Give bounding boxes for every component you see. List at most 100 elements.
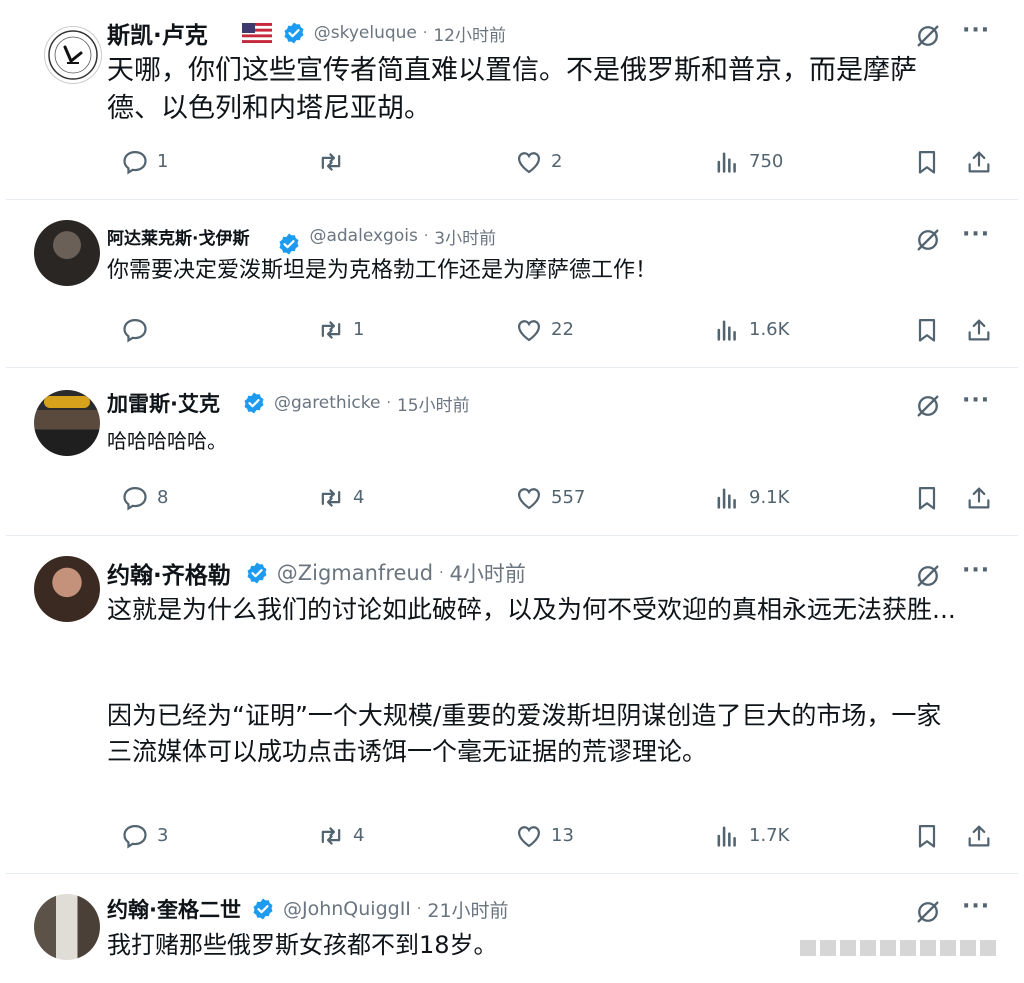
views-button[interactable]: 750 xyxy=(713,148,783,176)
more-icon[interactable]: ··· xyxy=(962,388,990,413)
bookmark-button[interactable] xyxy=(913,822,949,850)
bookmark-icon xyxy=(913,316,941,344)
post-4[interactable]: 约翰·齐格勒 @Zigmanfreud · 4小时前 ··· 这就是为什么我们的… xyxy=(6,536,1018,872)
like-icon xyxy=(515,822,543,850)
retweet-button[interactable]: 4 xyxy=(317,822,364,850)
views-button[interactable]: 1.6K xyxy=(713,316,789,344)
author-handle[interactable]: @JohnQuiggII xyxy=(283,898,411,920)
timestamp[interactable]: 12小时前 xyxy=(433,21,506,46)
post-header: 约翰·齐格勒 @Zigmanfreud · 4小时前 xyxy=(107,556,526,590)
like-count: 2 xyxy=(551,151,563,172)
timestamp[interactable]: 4小时前 xyxy=(450,558,526,588)
author-name[interactable]: 斯凯·卢克 xyxy=(107,16,208,50)
avatar[interactable] xyxy=(44,26,102,84)
avatar[interactable] xyxy=(34,556,100,622)
timestamp[interactable]: 3小时前 xyxy=(434,224,496,249)
grok-icon[interactable] xyxy=(914,392,942,420)
avatar[interactable] xyxy=(34,220,100,286)
retweet-icon xyxy=(317,484,345,512)
like-icon xyxy=(515,148,543,176)
retweet-icon xyxy=(317,148,345,176)
verified-badge-icon xyxy=(245,561,269,585)
more-icon[interactable]: ··· xyxy=(962,222,990,247)
avatar-banner xyxy=(44,396,90,408)
views-icon xyxy=(713,148,741,176)
action-bar: 1 22 1.6K xyxy=(107,316,1007,346)
timestamp[interactable]: 21小时前 xyxy=(427,896,508,923)
view-count: 1.6K xyxy=(749,319,790,340)
views-button[interactable]: 9.1K xyxy=(713,484,789,512)
bookmark-button[interactable] xyxy=(913,148,949,176)
author-handle[interactable]: @adalexgois xyxy=(309,226,417,246)
avatar[interactable] xyxy=(34,894,100,960)
separator-dot: · xyxy=(423,228,429,244)
bookmark-button[interactable] xyxy=(913,484,949,512)
watermark xyxy=(800,940,1000,956)
like-count: 557 xyxy=(551,487,586,508)
author-name[interactable]: 阿达莱克斯·戈伊斯 xyxy=(107,224,249,249)
view-count: 9.1K xyxy=(749,487,790,508)
more-icon[interactable]: ··· xyxy=(962,894,990,919)
verified-badge-icon xyxy=(277,232,301,256)
post-text: 你需要决定爱泼斯坦是为克格勃工作还是为摩萨德工作！ xyxy=(107,258,658,283)
retweet-button[interactable]: 1 xyxy=(317,316,364,344)
reply-icon xyxy=(121,484,149,512)
author-name[interactable]: 约翰·齐格勒 xyxy=(107,556,231,590)
reply-icon xyxy=(121,316,149,344)
like-button[interactable]: 13 xyxy=(515,822,574,850)
like-count: 22 xyxy=(551,319,574,340)
share-button[interactable] xyxy=(965,316,1001,344)
grok-icon[interactable] xyxy=(914,562,942,590)
share-button[interactable] xyxy=(965,484,1001,512)
more-icon[interactable]: ··· xyxy=(962,18,990,43)
share-icon xyxy=(965,316,993,344)
share-button[interactable] xyxy=(965,822,1001,850)
views-icon xyxy=(713,316,741,344)
reply-feed: 斯凯·卢克 @skyeluque · 12小时前 ··· 天哪，你们这些宣传者简… xyxy=(0,0,1024,983)
like-button[interactable]: 2 xyxy=(515,148,562,176)
more-icon[interactable]: ··· xyxy=(962,558,990,583)
author-handle[interactable]: @skyeluque xyxy=(314,23,417,43)
separator-dot: · xyxy=(439,565,444,581)
bookmark-icon xyxy=(913,822,941,850)
share-button[interactable] xyxy=(965,148,1001,176)
avatar[interactable] xyxy=(34,390,100,456)
post-1[interactable]: 斯凯·卢克 @skyeluque · 12小时前 ··· 天哪，你们这些宣传者简… xyxy=(6,0,1018,198)
views-button[interactable]: 1.7K xyxy=(713,822,789,850)
post-text: 哈哈哈哈哈。 xyxy=(107,429,227,453)
retweet-count: 1 xyxy=(353,319,365,340)
like-icon xyxy=(515,484,543,512)
author-name[interactable]: 约翰·奎格二世 xyxy=(107,894,241,924)
reply-count: 1 xyxy=(157,151,169,172)
author-name[interactable]: 加雷斯·艾克 xyxy=(107,388,220,418)
share-icon xyxy=(965,148,993,176)
post-text: 天哪，你们这些宣传者简直难以置信。不是俄罗斯和普京，而是摩萨德、以色列和内塔尼亚… xyxy=(107,55,917,124)
retweet-button[interactable] xyxy=(317,148,353,176)
post-2[interactable]: 阿达莱克斯·戈伊斯 @adalexgois · 3小时前 ··· 你需要决定爱泼… xyxy=(6,200,1018,366)
timestamp[interactable]: 15小时前 xyxy=(397,391,470,416)
share-icon xyxy=(965,822,993,850)
verified-badge-icon xyxy=(282,21,306,45)
action-bar: 3 4 13 1.7K xyxy=(107,822,1007,852)
post-3[interactable]: 加雷斯·艾克 @garethicke · 15小时前 ··· 哈哈哈哈哈。 8 … xyxy=(6,368,1018,534)
reply-button[interactable]: 8 xyxy=(121,484,168,512)
club-logo-icon xyxy=(48,30,98,80)
post-text-paragraph-1: 这就是为什么我们的讨论如此破碎，以及为何不受欢迎的真相永远无法获胜... xyxy=(107,595,956,624)
post-header: 斯凯·卢克 @skyeluque · 12小时前 xyxy=(107,16,506,50)
reply-button[interactable] xyxy=(121,316,157,344)
reply-button[interactable]: 1 xyxy=(121,148,168,176)
like-button[interactable]: 557 xyxy=(515,484,585,512)
retweet-button[interactable]: 4 xyxy=(317,484,364,512)
bookmark-button[interactable] xyxy=(913,316,949,344)
grok-icon[interactable] xyxy=(914,226,942,254)
bookmark-icon xyxy=(913,148,941,176)
post-5[interactable]: 约翰·奎格二世 @JohnQuiggII · 21小时前 ··· 我打赌那些俄罗… xyxy=(6,874,1018,983)
grok-icon[interactable] xyxy=(914,898,942,926)
reply-icon xyxy=(121,822,149,850)
author-handle[interactable]: @garethicke xyxy=(274,393,381,413)
author-handle[interactable]: @Zigmanfreud xyxy=(277,561,433,585)
grok-icon[interactable] xyxy=(914,22,942,50)
reply-count: 3 xyxy=(157,825,169,846)
like-button[interactable]: 22 xyxy=(515,316,574,344)
reply-button[interactable]: 3 xyxy=(121,822,168,850)
